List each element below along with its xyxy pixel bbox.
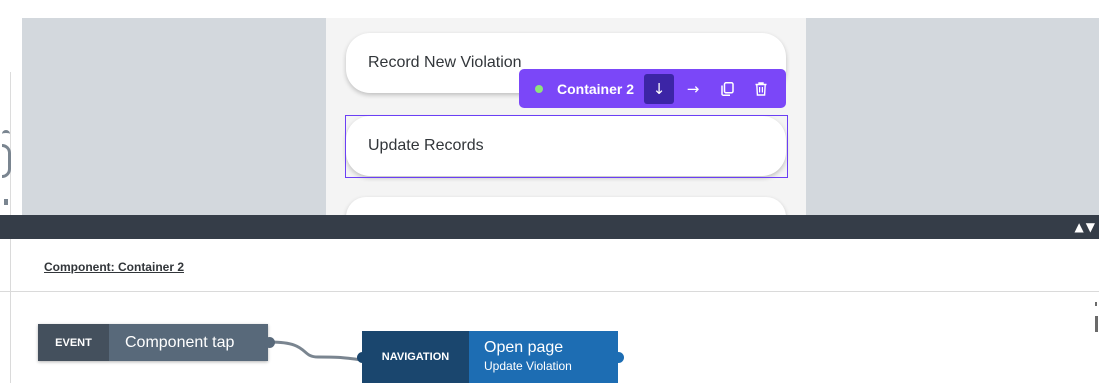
logic-panel-resize-bar[interactable]: ▲▼ <box>0 215 1099 239</box>
delete-button[interactable] <box>746 74 776 104</box>
partial-icon <box>4 199 8 205</box>
event-node[interactable]: EVENT Component tap <box>38 324 268 361</box>
partial-icon <box>2 144 11 178</box>
arrow-down-icon: ↓ <box>652 79 666 98</box>
arrow-right-icon: → <box>686 79 700 98</box>
component-link[interactable]: Component: Container 2 <box>44 260 184 274</box>
partial-icon <box>2 130 10 139</box>
status-dot <box>535 84 543 93</box>
list-item-label: Record New Violation <box>368 54 522 71</box>
navigation-node-type: NAVIGATION <box>362 331 469 383</box>
output-port[interactable] <box>613 352 624 363</box>
output-port[interactable] <box>264 337 275 348</box>
event-node-title: Component tap <box>109 324 268 361</box>
navigation-node[interactable]: NAVIGATION Open page Update Violation <box>362 331 618 383</box>
copy-icon <box>720 81 734 96</box>
app-canvas: Record New Violation Update Records Cont… <box>0 0 1099 215</box>
list-item[interactable] <box>346 197 786 215</box>
component-name[interactable]: Container 2 <box>557 81 634 97</box>
navigation-node-title: Open page <box>484 339 564 356</box>
list-item-update-records[interactable]: Update Records <box>346 116 786 176</box>
copy-button[interactable] <box>712 74 742 104</box>
event-node-type: EVENT <box>38 324 109 361</box>
navigation-node-body: Open page Update Violation <box>469 331 618 383</box>
navigation-node-subtitle: Update Violation <box>484 359 572 373</box>
list-item-label: Update Records <box>368 137 484 154</box>
move-down-button[interactable]: ↓ <box>644 73 675 104</box>
trash-icon <box>755 81 767 96</box>
component-toolbar: Container 2 ↓ → <box>519 69 786 108</box>
move-right-button[interactable]: → <box>678 74 708 104</box>
logic-panel-header: Component: Container 2 <box>0 239 1099 292</box>
panel-toggle-icon[interactable]: ▲▼ <box>1075 220 1097 234</box>
